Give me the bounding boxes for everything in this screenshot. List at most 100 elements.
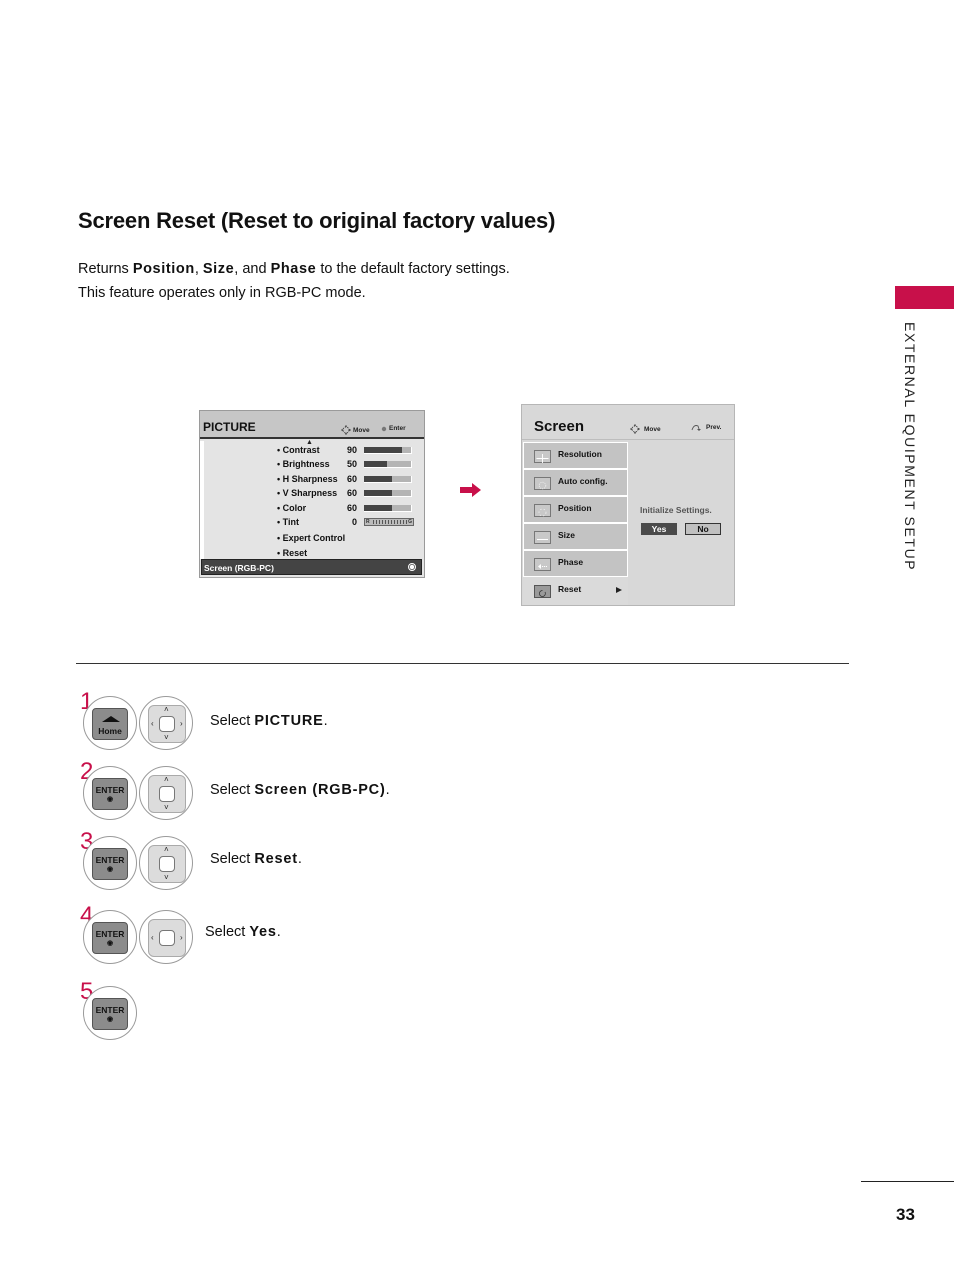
term-size: Size <box>202 261 235 277</box>
item-label: Position <box>558 503 592 513</box>
move-hint: Move <box>630 424 661 434</box>
instruction-target: PICTURE <box>254 713 324 729</box>
item-label: Auto config. <box>558 476 608 486</box>
enter-indicator-icon <box>408 563 416 571</box>
item-label: • H Sharpness <box>277 474 338 484</box>
navigation-pad-illustration: ˄ ˅ <box>139 836 193 890</box>
move-icon <box>630 424 640 434</box>
enter-key-label: ENTER <box>95 855 125 865</box>
nav-pad: ‹ › <box>148 919 186 957</box>
yes-button[interactable]: Yes <box>641 523 677 535</box>
prev-hint: Prev. <box>691 424 721 431</box>
intro-sep: , <box>194 261 203 277</box>
item-label: Phase <box>558 557 584 567</box>
enter-hint-label: Enter <box>389 425 406 432</box>
chevron-up-icon: ˄ <box>164 845 169 854</box>
screen-menu-item-size[interactable]: Size <box>523 523 628 550</box>
picture-menu-item[interactable]: • Color 60 <box>277 503 417 517</box>
submenu-arrow-icon <box>616 587 622 593</box>
enter-dot-icon: ◉ <box>106 796 114 803</box>
home-key: Home <box>92 708 128 740</box>
item-value: 0 <box>351 517 357 527</box>
enter-key: ENTER ◉ <box>92 848 128 880</box>
screen-menu-title: Screen <box>534 418 585 435</box>
intro-suffix: to the default factory settings. <box>316 261 510 277</box>
item-label: • Color <box>277 503 307 513</box>
chevron-down-icon: ˅ <box>164 733 169 742</box>
instruction-target: Yes <box>249 924 277 940</box>
screen-menu-header: Screen Move Prev. <box>522 405 734 440</box>
screen-menu-item-resolution[interactable]: Resolution <box>523 442 628 469</box>
screen-menu-item-reset[interactable]: Reset <box>523 577 628 605</box>
chevron-up-icon: ˄ <box>164 775 169 784</box>
size-icon <box>534 531 551 544</box>
nav-pad: ˄ ˅ <box>148 775 186 813</box>
tint-balance-bar[interactable]: RG <box>364 518 414 526</box>
level-bar-fill <box>364 447 402 453</box>
section-divider <box>76 663 849 664</box>
move-icon <box>341 425 351 435</box>
level-bar[interactable] <box>364 476 412 483</box>
picture-menu-item[interactable]: • Contrast 90 <box>277 445 417 459</box>
level-bar[interactable] <box>364 461 412 468</box>
level-bar[interactable] <box>364 505 412 512</box>
enter-hint: Enter <box>381 425 406 432</box>
item-label: • Reset <box>277 548 308 558</box>
item-value: 60 <box>346 488 357 498</box>
intro-sep: , and <box>234 261 271 277</box>
enter-key: ENTER ◉ <box>92 922 128 954</box>
picture-menu-item[interactable]: • H Sharpness 60 <box>277 474 417 488</box>
enter-dot-icon: ◉ <box>106 1016 114 1023</box>
item-label: • Brightness <box>277 459 330 469</box>
screen-menu-item-phase[interactable]: Phase <box>523 550 628 577</box>
picture-menu-item[interactable]: • Tint 0 R G <box>277 517 417 531</box>
enter-dot-icon: ◉ <box>106 940 114 947</box>
picture-menu-item[interactable]: • Expert Control <box>277 533 417 547</box>
chevron-up-icon: ˄ <box>164 705 169 714</box>
screen-rgb-pc-item[interactable]: Screen (RGB-PC) <box>201 559 422 575</box>
phase-icon <box>534 558 551 571</box>
instruction-prefix: Select <box>210 713 255 729</box>
tint-left-label: R <box>366 519 370 525</box>
instruction-prefix: Select <box>205 924 250 940</box>
item-label: Resolution <box>558 449 602 459</box>
navigation-pad-illustration: ˄ ˅ <box>139 766 193 820</box>
screen-menu-item-position[interactable]: Position <box>523 496 628 523</box>
enter-key-label: ENTER <box>95 785 125 795</box>
instruction-suffix: . <box>297 851 302 867</box>
chevron-down-icon: ˅ <box>164 873 169 882</box>
resolution-icon <box>534 450 551 463</box>
enter-button-illustration: ENTER ◉ <box>83 986 137 1040</box>
chevron-right-icon: › <box>180 933 183 942</box>
enter-key-label: ENTER <box>95 929 125 939</box>
picture-menu-left-strip <box>200 441 204 559</box>
chevron-left-icon: ‹ <box>151 933 154 942</box>
enter-key-label: ENTER <box>95 1005 125 1015</box>
instruction-suffix: . <box>385 782 390 798</box>
position-icon <box>534 504 551 517</box>
level-bar[interactable] <box>364 447 412 454</box>
enter-key: ENTER ◉ <box>92 778 128 810</box>
section-label: EXTERNAL EQUIPMENT SETUP <box>902 322 918 572</box>
screen-rgb-pc-label: Screen (RGB-PC) <box>204 563 274 573</box>
prev-hint-label: Prev. <box>706 424 722 431</box>
picture-menu: PICTURE Move Enter ▲ • Contrast 90 • Brigh… <box>199 410 425 578</box>
tint-right-label: G <box>408 519 412 525</box>
step-instruction: Select Reset. <box>210 851 302 867</box>
screen-menu: Screen Move Prev. Resolution Auto config.… <box>521 404 735 606</box>
screen-menu-item-auto-config[interactable]: Auto config. <box>523 469 628 496</box>
auto-config-icon <box>534 477 551 490</box>
move-hint: Move <box>341 425 370 435</box>
enter-icon <box>381 426 387 431</box>
enter-key: ENTER ◉ <box>92 998 128 1030</box>
back-icon <box>691 425 701 431</box>
picture-menu-item[interactable]: • Brightness 50 <box>277 459 417 473</box>
level-bar[interactable] <box>364 490 412 497</box>
step-instruction: Select PICTURE. <box>210 713 328 729</box>
chevron-right-icon: › <box>180 719 183 728</box>
term-position: Position <box>132 261 195 277</box>
chevron-left-icon: ‹ <box>151 719 154 728</box>
picture-menu-item[interactable]: • V Sharpness 60 <box>277 488 417 502</box>
no-button[interactable]: No <box>685 523 721 535</box>
item-label: • Tint <box>277 517 299 527</box>
